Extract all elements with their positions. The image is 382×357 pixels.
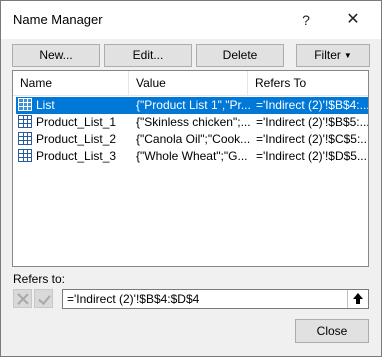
close-button-label: Close [316,324,348,338]
row-refers-to: ='Indirect (2)'!$B$5:... [256,115,368,129]
row-refers-to: ='Indirect (2)'!$B$4:... [256,98,368,112]
title-bar: Name Manager ? ✕ [1,1,381,39]
row-value: {"Canola Oil";"Cook... [136,132,251,146]
column-header-name[interactable]: Name [13,71,129,95]
name-manager-dialog: Name Manager ? ✕ New... Edit... Delete F… [0,0,382,357]
dialog-title: Name Manager [13,12,103,27]
table-row[interactable]: Product_List_3 {"Whole Wheat";"G... ='In… [16,148,368,165]
name-range-icon [18,132,34,147]
refers-to-input[interactable]: ='Indirect (2)'!$B$4:$D$4 [62,289,369,309]
column-header-refers-to[interactable]: Refers To [248,71,368,95]
row-name: List [36,98,55,112]
row-value: {"Whole Wheat";"G... [136,149,248,163]
table-row[interactable]: Product_List_2 {"Canola Oil";"Cook... ='… [16,131,368,148]
confirm-edit-icon [34,289,53,308]
name-range-icon [18,115,34,130]
row-name: Product_List_1 [36,115,117,129]
close-button[interactable]: Close [295,319,369,343]
dropdown-arrow-icon: ▼ [343,51,352,60]
row-name: Product_List_3 [36,149,117,163]
refers-to-label: Refers to: [13,272,66,286]
refers-to-value: ='Indirect (2)'!$B$4:$D$4 [67,292,200,306]
help-icon[interactable]: ? [295,9,317,31]
name-range-icon [18,149,34,164]
filter-button-label: Filter [314,48,341,62]
delete-button[interactable]: Delete [196,44,284,67]
row-refers-to: ='Indirect (2)'!$C$5:... [256,132,368,146]
collapse-dialog-icon[interactable] [347,290,368,308]
row-value: {"Product List 1","Pr... [136,98,251,112]
name-range-icon [18,98,34,113]
row-value: {"Skinless chicken";... [136,115,251,129]
cancel-edit-icon [13,289,32,308]
table-row[interactable]: List {"Product List 1","Pr... ='Indirect… [16,97,368,114]
new-button[interactable]: New... [12,44,100,67]
table-row[interactable]: Product_List_1 {"Skinless chicken";... =… [16,114,368,131]
edit-button[interactable]: Edit... [104,44,192,67]
new-button-label: New... [39,48,73,62]
column-header-value[interactable]: Value [129,71,248,95]
edit-button-label: Edit... [132,48,164,62]
delete-button-label: Delete [222,48,258,62]
close-icon[interactable]: ✕ [342,9,364,31]
row-refers-to: ='Indirect (2)'!$D$5... [256,149,367,163]
names-list[interactable]: Name Value Refers To List {"Product List… [12,70,369,267]
list-header: Name Value Refers To [13,71,368,96]
row-name: Product_List_2 [36,132,117,146]
filter-button[interactable]: Filter ▼ [296,44,370,67]
